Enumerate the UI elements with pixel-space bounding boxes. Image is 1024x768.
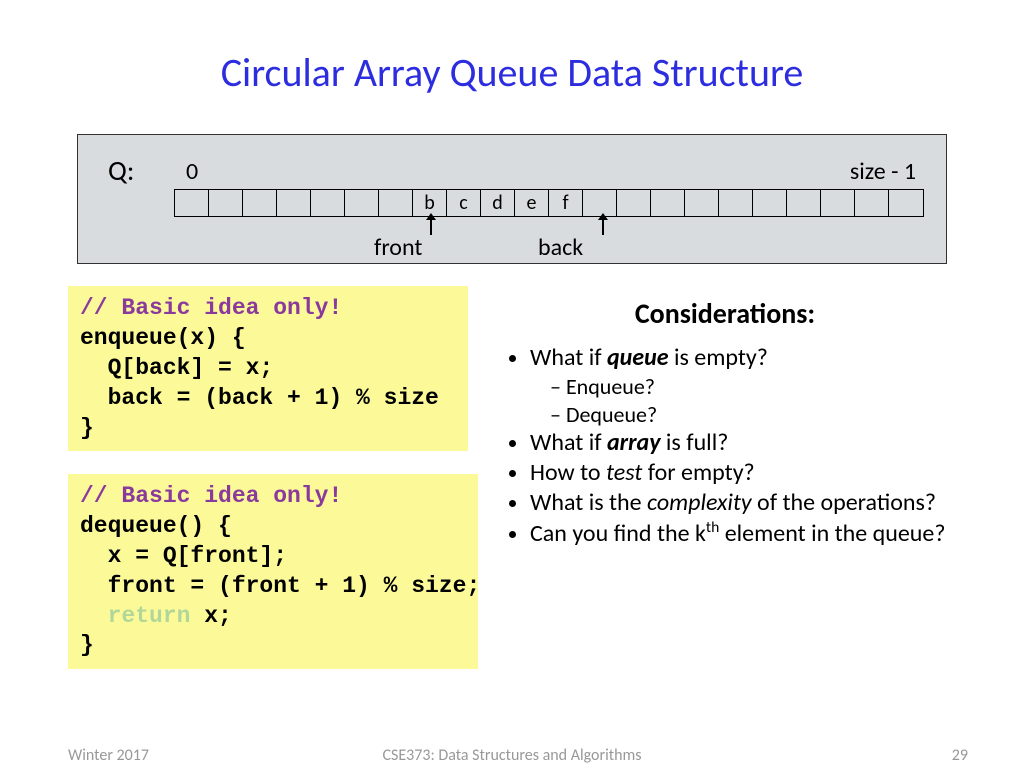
dequeue-code: // Basic idea only! dequeue() { x = Q[fr…	[68, 474, 478, 669]
array-cell	[651, 190, 685, 216]
array-cell	[345, 190, 379, 216]
front-arrow	[430, 219, 432, 235]
array-cell	[617, 190, 651, 216]
consideration-item: How to test for empty?	[530, 458, 980, 488]
size-minus-one-label: size - 1	[850, 157, 916, 186]
considerations-heading: Considerations:	[470, 296, 980, 331]
array-cell: f	[549, 190, 583, 216]
array-cell	[209, 190, 243, 216]
front-label: front	[374, 233, 422, 262]
array-cell	[175, 190, 209, 216]
consideration-item: Can you find the kth element in the queu…	[530, 518, 980, 549]
enqueue-code: // Basic idea only! enqueue(x) { Q[back]…	[68, 286, 468, 451]
footer-page-number: 29	[952, 746, 968, 765]
array-cell	[243, 190, 277, 216]
sub-item: Dequeue?	[550, 401, 980, 429]
array-cell	[379, 190, 413, 216]
array-cell	[311, 190, 345, 216]
array-cell	[855, 190, 889, 216]
queue-panel: Q: 0 size - 1 bcdef front back	[77, 134, 947, 264]
array-cell: c	[447, 190, 481, 216]
array-cell	[821, 190, 855, 216]
zero-index-label: 0	[186, 157, 198, 186]
array-cell	[719, 190, 753, 216]
queue-label: Q:	[108, 153, 134, 188]
array-cell	[753, 190, 787, 216]
slide-title: Circular Array Queue Data Structure	[0, 0, 1024, 97]
array-cell: d	[481, 190, 515, 216]
array-cell	[787, 190, 821, 216]
considerations-list: What if queue is empty? Enqueue? Dequeue…	[530, 343, 980, 549]
array-cell	[685, 190, 719, 216]
consideration-item: What if array is full?	[530, 428, 980, 458]
back-arrow	[602, 219, 604, 235]
array-cell	[277, 190, 311, 216]
sub-item: Enqueue?	[550, 373, 980, 401]
array-cells: bcdef	[174, 189, 924, 217]
footer-course: CSE373: Data Structures and Algorithms	[0, 746, 1024, 765]
array-cell: e	[515, 190, 549, 216]
considerations-section: Considerations: What if queue is empty? …	[500, 296, 980, 549]
consideration-item: What is the complexity of the operations…	[530, 488, 980, 518]
back-label: back	[538, 233, 583, 262]
array-cell	[889, 190, 923, 216]
consideration-item: What if queue is empty? Enqueue? Dequeue…	[530, 343, 980, 428]
